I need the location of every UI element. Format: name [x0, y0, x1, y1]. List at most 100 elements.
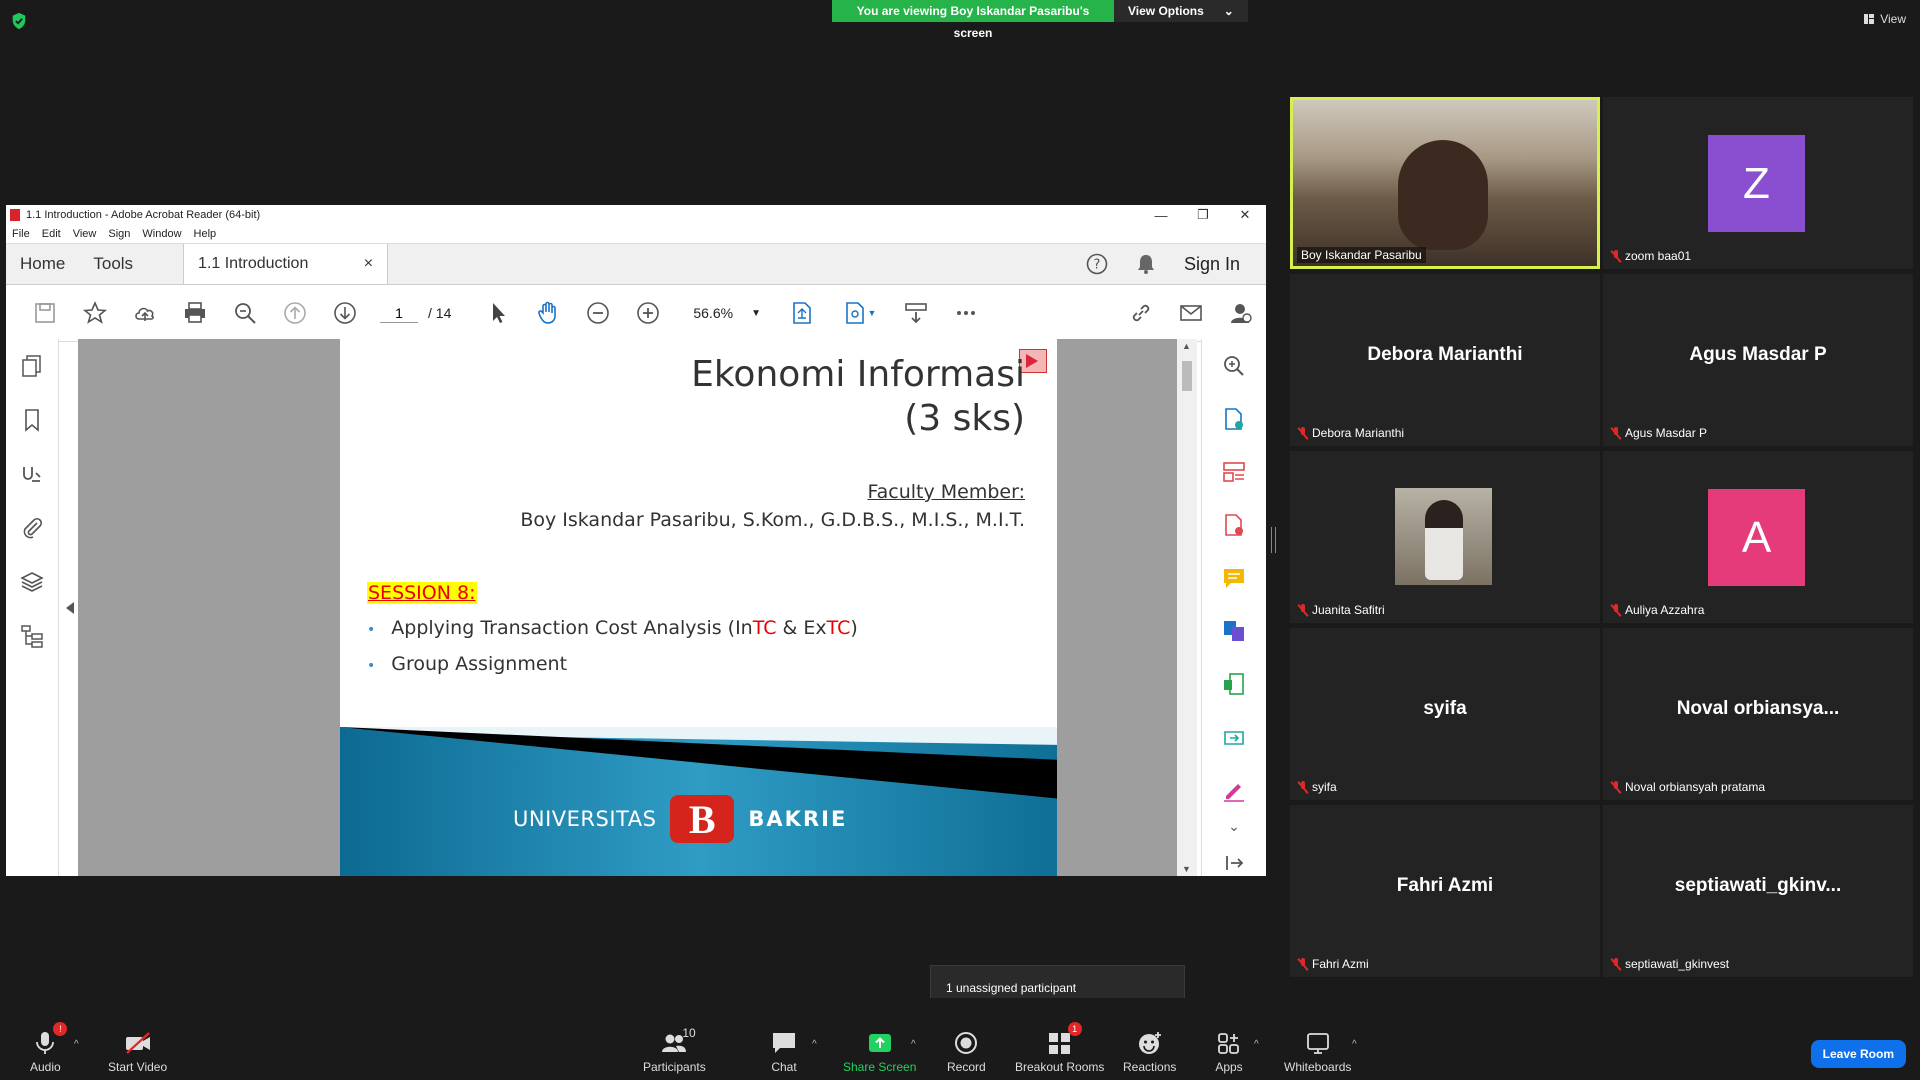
scroll-up-icon[interactable]: ▲: [1182, 341, 1191, 351]
export-pdf-button[interactable]: [1208, 392, 1260, 445]
participant-tile[interactable]: Debora Marianthi Debora Marianthi: [1290, 274, 1600, 446]
layers-button[interactable]: [6, 555, 58, 609]
tab-document[interactable]: 1.1 Introduction ×: [183, 244, 389, 284]
share-screen-button[interactable]: Share Screen: [843, 1024, 916, 1074]
email-button[interactable]: [1166, 285, 1216, 341]
comment-button[interactable]: [1208, 551, 1260, 604]
tab-home[interactable]: Home: [6, 244, 79, 284]
vertical-scrollbar[interactable]: ▲ ▼: [1177, 339, 1197, 876]
participant-tile[interactable]: septiawati_gkinv... septiawati_gkinvest: [1603, 805, 1913, 977]
scrollbar-thumb[interactable]: [1182, 361, 1192, 391]
university-logo: UNIVERSITAS B BAKRIE: [513, 795, 847, 843]
breakout-rooms-button[interactable]: 1 Breakout Rooms: [1015, 1022, 1104, 1074]
share-link-button[interactable]: [1116, 285, 1166, 341]
whiteboards-options-caret[interactable]: ^: [1352, 1039, 1357, 1050]
page-number-input[interactable]: [380, 303, 418, 323]
more-tools-button[interactable]: [941, 285, 991, 341]
participant-avatar: Z: [1708, 135, 1805, 232]
organize-pages-button[interactable]: [1208, 445, 1260, 498]
hand-tool-button[interactable]: [523, 285, 573, 341]
reactions-button[interactable]: Reactions: [1123, 1024, 1176, 1074]
fit-page-button[interactable]: [777, 285, 827, 341]
zoom-in-button[interactable]: [623, 285, 673, 341]
fill-sign-button[interactable]: [1208, 763, 1260, 816]
apps-button[interactable]: Apps: [1215, 1024, 1243, 1074]
chevron-down-icon: ▼: [867, 308, 877, 318]
pages-icon: [22, 355, 41, 377]
next-page-button[interactable]: [320, 285, 370, 341]
send-for-review-button[interactable]: [1208, 710, 1260, 763]
select-tool-button[interactable]: [473, 285, 523, 341]
acrobat-window: 1.1 Introduction - Adobe Acrobat Reader …: [6, 205, 1266, 876]
tab-tools[interactable]: Tools: [79, 244, 147, 284]
menu-sign[interactable]: Sign: [108, 228, 130, 240]
audio-options-caret[interactable]: ^: [74, 1039, 79, 1050]
restore-button[interactable]: ❐: [1182, 205, 1224, 225]
content-tree-button[interactable]: [6, 609, 58, 663]
participant-tile[interactable]: Agus Masdar P Agus Masdar P: [1603, 274, 1913, 446]
security-shield-icon[interactable]: [10, 12, 28, 30]
prev-page-button[interactable]: [270, 285, 320, 341]
attachments-button[interactable]: [6, 501, 58, 555]
scroll-mode-button[interactable]: [891, 285, 941, 341]
acrobat-menu-bar: File Edit View Sign Window Help: [6, 225, 1266, 243]
page-navigator: / 14: [380, 303, 451, 323]
participant-tile[interactable]: syifa syifa: [1290, 628, 1600, 800]
record-icon: [955, 1032, 978, 1054]
participant-tile[interactable]: Juanita Safitri: [1290, 451, 1600, 623]
bell-icon[interactable]: [1136, 253, 1156, 275]
save-button[interactable]: [20, 285, 70, 341]
bookmark-star-button[interactable]: [70, 285, 120, 341]
page-thumbnails-button[interactable]: [6, 339, 58, 393]
layers-icon: [20, 572, 44, 592]
help-icon[interactable]: ?: [1086, 253, 1108, 275]
acrobat-body: Ekonomi Informasi (3 sks) Faculty Member…: [6, 339, 1266, 876]
audio-button[interactable]: ! Audio: [30, 1022, 68, 1074]
bakrie-b-emblem: B: [670, 795, 735, 843]
menu-view[interactable]: View: [73, 228, 97, 240]
chat-options-caret[interactable]: ^: [812, 1039, 817, 1050]
menu-edit[interactable]: Edit: [42, 228, 61, 240]
participant-tile[interactable]: Fahri Azmi Fahri Azmi: [1290, 805, 1600, 977]
find-button[interactable]: [220, 285, 270, 341]
record-button[interactable]: Record: [947, 1024, 986, 1074]
view-options-button[interactable]: View Options ⌄: [1114, 0, 1248, 22]
whiteboards-button[interactable]: Whiteboards: [1284, 1024, 1351, 1074]
scroll-down-icon[interactable]: ▼: [1182, 864, 1191, 874]
signatures-button[interactable]: [6, 447, 58, 501]
zoom-tool-button[interactable]: [1208, 339, 1260, 392]
tab-close-icon[interactable]: ×: [364, 255, 373, 273]
participants-button[interactable]: 10 Participants: [643, 1024, 706, 1074]
page-layout-button[interactable]: ▼: [827, 285, 891, 341]
minimize-button[interactable]: —: [1140, 205, 1182, 225]
edit-pdf-button[interactable]: [1208, 657, 1260, 710]
panel-splitter[interactable]: [1271, 527, 1276, 553]
menu-window[interactable]: Window: [142, 228, 181, 240]
participant-tile[interactable]: Noval orbiansya... Noval orbiansyah prat…: [1603, 628, 1913, 800]
zoom-level-dropdown[interactable]: 56.6% ▼: [693, 305, 761, 321]
collapse-left-panel-arrow[interactable]: [66, 602, 74, 614]
start-video-button[interactable]: Start Video: [108, 1024, 167, 1074]
participant-tile[interactable]: A Auliya Azzahra: [1603, 451, 1913, 623]
leave-room-button[interactable]: Leave Room: [1810, 1040, 1906, 1068]
print-button[interactable]: [170, 285, 220, 341]
faculty-label: Faculty Member:: [867, 481, 1025, 503]
bookmarks-button[interactable]: [6, 393, 58, 447]
zoom-out-button[interactable]: [573, 285, 623, 341]
close-window-button[interactable]: ✕: [1224, 205, 1266, 225]
menu-help[interactable]: Help: [194, 228, 217, 240]
menu-file[interactable]: File: [12, 228, 30, 240]
create-pdf-button[interactable]: [1208, 498, 1260, 551]
collapse-tools-pane-button[interactable]: [1208, 836, 1260, 889]
view-button[interactable]: View: [1863, 12, 1906, 26]
more-rail-tools-button[interactable]: ⌄: [1208, 816, 1260, 836]
account-button[interactable]: [1216, 285, 1266, 341]
participant-tile[interactable]: Boy Iskandar Pasaribu: [1290, 97, 1600, 269]
upload-cloud-button[interactable]: [120, 285, 170, 341]
chat-button[interactable]: Chat: [770, 1024, 798, 1074]
sign-in-button[interactable]: Sign In: [1184, 254, 1240, 275]
combine-files-button[interactable]: [1208, 604, 1260, 657]
share-options-caret[interactable]: ^: [911, 1039, 916, 1050]
participant-tile[interactable]: Z zoom baa01: [1603, 97, 1913, 269]
apps-options-caret[interactable]: ^: [1254, 1039, 1259, 1050]
